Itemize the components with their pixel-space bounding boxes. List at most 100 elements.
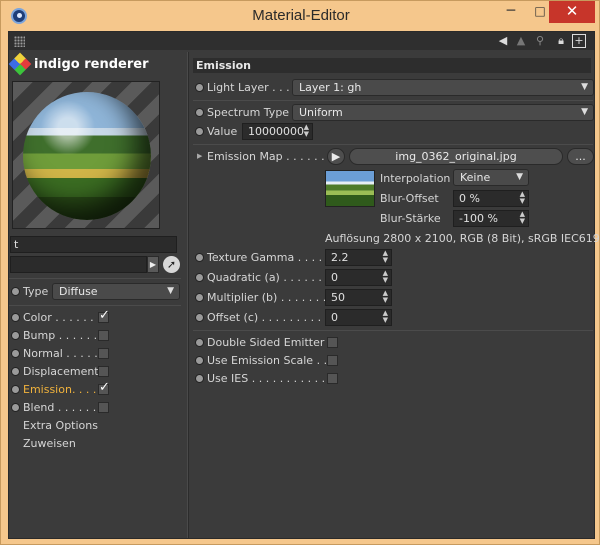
emission-map-arrow-button[interactable]: ▶ xyxy=(327,148,345,165)
material-preview-panel: indigo renderer t ▶ ➚ Type Diffuse ▼ Col… xyxy=(8,52,187,538)
channel-displacement-checkbox[interactable] xyxy=(98,366,109,377)
light-layer-keyframe-dot[interactable] xyxy=(195,83,204,92)
channel-color-label[interactable]: Color . . . . . . xyxy=(23,311,94,324)
double-sided-keyframe-dot[interactable] xyxy=(195,338,204,347)
multiplier-keyframe-dot[interactable] xyxy=(195,293,204,302)
value-label: Value xyxy=(207,125,238,138)
assign-item[interactable]: Zuweisen xyxy=(23,437,76,450)
value-value: 10000000 xyxy=(248,125,304,138)
interpolation-dropdown[interactable]: Keine ▼ xyxy=(453,169,529,186)
channel-bump-checkbox[interactable] xyxy=(98,330,109,341)
channel-normal-label[interactable]: Normal . . . . . xyxy=(23,347,98,360)
divider xyxy=(193,330,593,331)
offset-keyframe-dot[interactable] xyxy=(195,313,204,322)
stepper-arrows-icon: ▲ ▼ xyxy=(382,289,388,304)
light-layer-label: Light Layer . . . xyxy=(207,81,290,94)
stepper-arrows-icon: ▲ ▼ xyxy=(382,309,388,324)
blur-strength-label: Blur-Stärke xyxy=(380,212,441,225)
double-sided-checkbox[interactable] xyxy=(327,337,338,348)
use-emission-scale-label: Use Emission Scale . . xyxy=(207,354,328,367)
material-name-field[interactable]: t xyxy=(10,236,177,253)
extra-options-item[interactable]: Extra Options xyxy=(23,419,98,432)
texture-gamma-value: 2.2 xyxy=(331,251,349,264)
blur-strength-stepper[interactable]: -100 % ▲ ▼ xyxy=(453,210,529,227)
grip-icon[interactable] xyxy=(14,36,25,47)
quadratic-keyframe-dot[interactable] xyxy=(195,273,204,282)
emission-scale-keyframe-dot[interactable] xyxy=(195,356,204,365)
section-header: Emission xyxy=(193,58,591,73)
material-name: indigo renderer xyxy=(34,57,149,72)
spectrum-type-label: Spectrum Type xyxy=(207,106,290,119)
title-bar[interactable]: Material-Editor ─ □ ✕ xyxy=(1,1,600,31)
blend-channel-dot[interactable] xyxy=(11,403,20,412)
value-stepper[interactable]: 10000000 ▲ ▼ xyxy=(242,123,313,140)
type-dropdown[interactable]: Diffuse ▼ xyxy=(52,283,180,300)
offset-stepper[interactable]: 0 ▲ ▼ xyxy=(325,309,392,326)
expand-arrow-icon[interactable]: ▶ xyxy=(147,256,159,273)
minimize-button[interactable]: ─ xyxy=(497,1,525,23)
editor-client-area: ◀ ▲ ⚲ 🔒︎ + indigo renderer t ▶ ➚ Type Di… xyxy=(8,31,600,539)
offset-value: 0 xyxy=(331,311,338,324)
stepper-arrows-icon: ▲ ▼ xyxy=(382,249,388,264)
texture-gamma-label: Texture Gamma . . . . xyxy=(207,251,323,264)
type-keyframe-dot[interactable] xyxy=(11,287,20,296)
emission-attributes-panel: Emission Light Layer . . . Layer 1: gh ▼… xyxy=(191,52,600,538)
normal-channel-dot[interactable] xyxy=(11,349,20,358)
stepper-arrows-icon: ▲ ▼ xyxy=(382,269,388,284)
channel-normal-checkbox[interactable] xyxy=(98,348,109,359)
color-channel-dot[interactable] xyxy=(11,313,20,322)
back-arrow-icon[interactable]: ◀ xyxy=(496,34,510,48)
divider xyxy=(9,305,181,306)
up-arrow-icon[interactable]: ▲ xyxy=(514,34,528,48)
channel-emission-label[interactable]: Emission. . . . xyxy=(23,383,96,396)
new-panel-icon[interactable]: + xyxy=(572,34,586,48)
collapse-triangle-icon[interactable]: ▶ xyxy=(197,152,202,160)
ies-keyframe-dot[interactable] xyxy=(195,374,204,383)
use-ies-checkbox[interactable] xyxy=(327,373,338,384)
pointer-pick-icon[interactable]: ➚ xyxy=(163,256,180,273)
light-layer-dropdown[interactable]: Layer 1: gh ▼ xyxy=(292,79,594,96)
emission-map-label: Emission Map . . . . . . xyxy=(207,150,325,163)
channel-color-checkbox[interactable] xyxy=(98,308,110,323)
type-label: Type xyxy=(23,285,49,298)
divider xyxy=(193,144,593,145)
emission-map-thumbnail[interactable] xyxy=(325,170,375,207)
resolution-info: Auflösung 2800 x 2100, RGB (8 Bit), sRGB… xyxy=(325,232,600,245)
chevron-down-icon: ▼ xyxy=(581,107,588,117)
lock-icon[interactable]: 🔒︎ xyxy=(554,34,568,48)
quadratic-stepper[interactable]: 0 ▲ ▼ xyxy=(325,269,392,286)
stepper-arrows-icon: ▲ ▼ xyxy=(303,123,309,138)
emission-map-file-button[interactable]: img_0362_original.jpg xyxy=(349,148,563,165)
spectrum-type-dropdown[interactable]: Uniform ▼ xyxy=(292,104,594,121)
displacement-channel-dot[interactable] xyxy=(11,367,20,376)
texture-gamma-stepper[interactable]: 2.2 ▲ ▼ xyxy=(325,249,392,266)
close-button[interactable]: ✕ xyxy=(549,1,595,23)
stepper-arrows-icon: ▲ ▼ xyxy=(519,190,525,205)
use-ies-label: Use IES . . . . . . . . . . . xyxy=(207,372,326,385)
blur-offset-stepper[interactable]: 0 % ▲ ▼ xyxy=(453,190,529,207)
channel-emission-checkbox[interactable] xyxy=(98,380,110,395)
search-icon[interactable]: ⚲ xyxy=(533,34,547,48)
channel-blend-label[interactable]: Blend . . . . . . xyxy=(23,401,96,414)
multiplier-stepper[interactable]: 50 ▲ ▼ xyxy=(325,289,392,306)
divider xyxy=(9,278,181,279)
bump-channel-dot[interactable] xyxy=(11,331,20,340)
indigo-logo-icon xyxy=(8,52,32,76)
material-preview[interactable] xyxy=(12,81,160,229)
value-keyframe-dot[interactable] xyxy=(195,127,204,136)
double-sided-label: Double Sided Emitter xyxy=(207,336,325,349)
multiplier-value: 50 xyxy=(331,291,345,304)
emission-map-browse-button[interactable]: ... xyxy=(567,148,594,165)
spectrum-keyframe-dot[interactable] xyxy=(195,108,204,117)
multiplier-label: Multiplier (b) . . . . . . . xyxy=(207,291,327,304)
channel-bump-label[interactable]: Bump . . . . . . xyxy=(23,329,97,342)
panel-splitter[interactable] xyxy=(187,52,189,538)
channel-blend-checkbox[interactable] xyxy=(98,402,109,413)
texture-gamma-keyframe-dot[interactable] xyxy=(195,253,204,262)
channel-displacement-label[interactable]: Displacement xyxy=(23,365,99,378)
emission-channel-dot[interactable] xyxy=(11,385,20,394)
use-emission-scale-checkbox[interactable] xyxy=(327,355,338,366)
light-layer-value: Layer 1: gh xyxy=(299,81,362,94)
quadratic-label: Quadratic (a) . . . . . . . xyxy=(207,271,329,284)
search-field[interactable] xyxy=(10,256,147,273)
